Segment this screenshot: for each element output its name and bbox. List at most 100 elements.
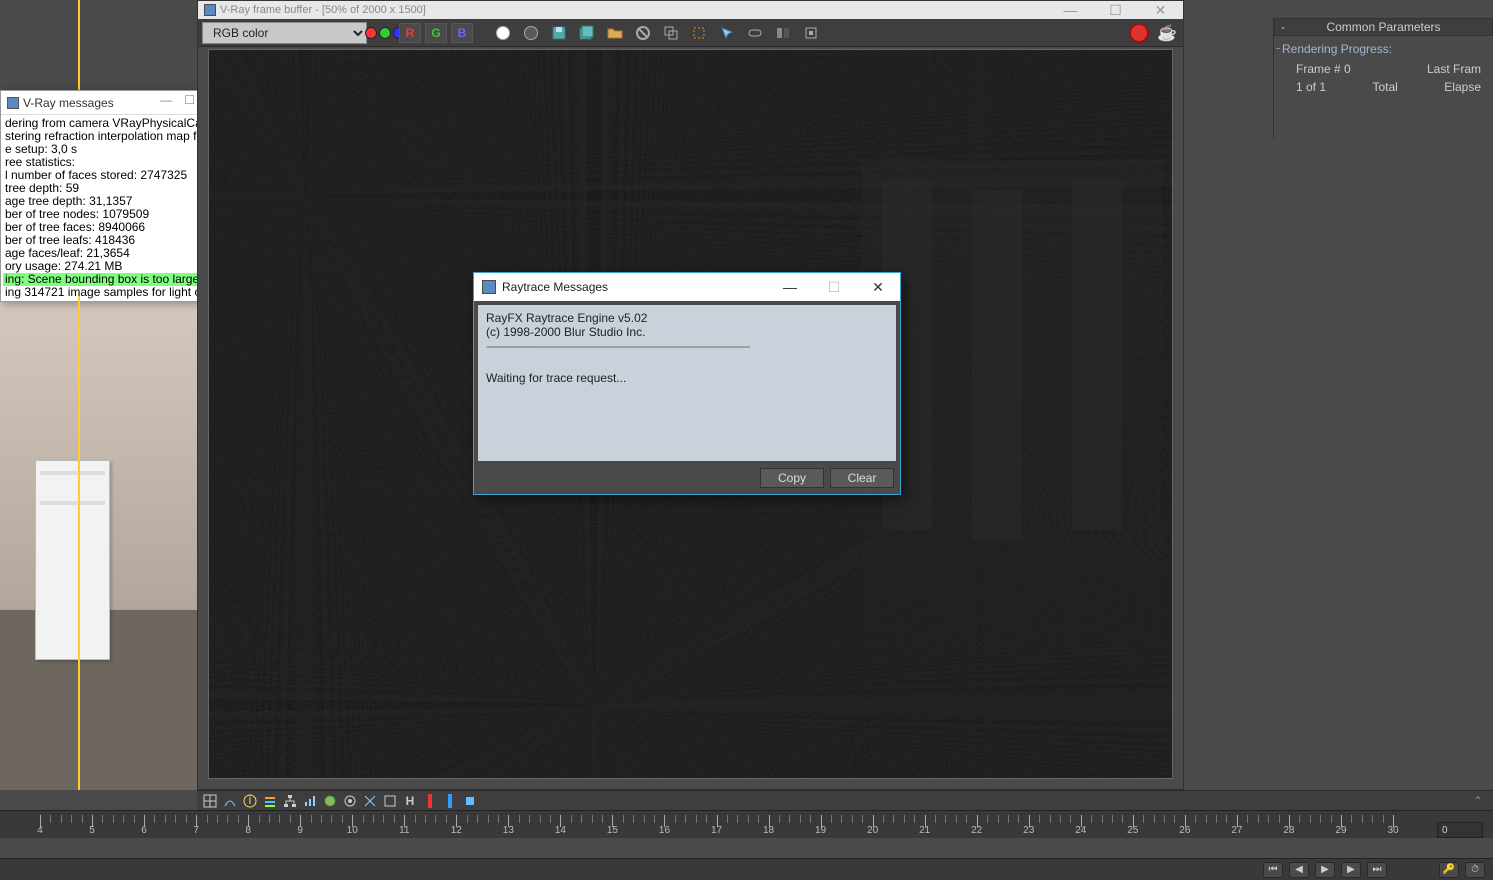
timeline-tick-label: 28 bbox=[1283, 825, 1294, 836]
clear-icon[interactable] bbox=[631, 22, 655, 44]
vray-messages-title: V-Ray messages bbox=[23, 96, 114, 110]
viewport-layout-icon[interactable] bbox=[201, 793, 219, 809]
blue-key-icon[interactable] bbox=[441, 793, 459, 809]
vfb-title: V-Ray frame buffer - [50% of 2000 x 1500… bbox=[220, 4, 426, 16]
svg-text:i: i bbox=[249, 794, 252, 807]
track-mouse-icon[interactable] bbox=[715, 22, 739, 44]
timeline-tick-label: 14 bbox=[555, 825, 566, 836]
prev-frame-icon[interactable]: ◀ bbox=[1289, 862, 1309, 878]
stats-icon[interactable] bbox=[301, 793, 319, 809]
key-mode-icon[interactable]: 🔑 bbox=[1439, 862, 1459, 878]
hierarchy-icon[interactable] bbox=[361, 793, 379, 809]
timeline-tick-label: 17 bbox=[711, 825, 722, 836]
copy-button[interactable]: Copy bbox=[760, 468, 824, 488]
link-viewport-icon[interactable] bbox=[743, 22, 767, 44]
frame-label: Frame # bbox=[1296, 62, 1341, 76]
msg-line: ing 314721 image samples for light cache… bbox=[3, 286, 197, 299]
color-swatch-icon[interactable] bbox=[371, 22, 395, 44]
timeline-tick-label: 12 bbox=[451, 825, 462, 836]
toolbar-caret-icon[interactable]: ⌃ bbox=[1473, 794, 1483, 808]
render-setup-icon[interactable] bbox=[341, 793, 359, 809]
channel-blue-button[interactable]: B bbox=[451, 23, 473, 43]
timeline-tick-label: 29 bbox=[1335, 825, 1346, 836]
timeline-ticks: 4567891011121314151617181920212223242526… bbox=[0, 815, 1493, 835]
timeline-tick-label: 11 bbox=[399, 825, 409, 836]
viewport-preview[interactable] bbox=[0, 296, 197, 790]
close-button[interactable]: ✕ bbox=[1138, 1, 1183, 19]
minimize-button[interactable]: — bbox=[768, 273, 812, 301]
raytrace-divider: ----------------------------------------… bbox=[486, 339, 888, 353]
timeline-tick-label: 19 bbox=[815, 825, 826, 836]
timeline-tick-label: 20 bbox=[867, 825, 878, 836]
pixel-info-icon[interactable] bbox=[799, 22, 823, 44]
curve-editor-icon[interactable] bbox=[221, 793, 239, 809]
close-button[interactable]: ✕ bbox=[856, 273, 900, 301]
timeline-tick-label: 15 bbox=[607, 825, 618, 836]
save-icon[interactable] bbox=[547, 22, 571, 44]
raytrace-messages-dialog[interactable]: Raytrace Messages — ☐ ✕ RayFX Raytrace E… bbox=[473, 272, 901, 495]
play-icon[interactable]: ▶ bbox=[1315, 862, 1335, 878]
rendering-progress-label: Rendering Progress: bbox=[1282, 42, 1485, 56]
duplicate-icon[interactable] bbox=[659, 22, 683, 44]
raytrace-title: Raytrace Messages bbox=[502, 280, 608, 294]
common-parameters-header[interactable]: - Common Parameters bbox=[1274, 18, 1493, 36]
filter-icon[interactable] bbox=[461, 793, 479, 809]
raytrace-line: RayFX Raytrace Engine v5.02 bbox=[486, 311, 888, 325]
render-last-icon[interactable]: ☕ bbox=[1155, 22, 1179, 44]
vray-messages-window[interactable]: V-Ray messages — ☐ dering from camera VR… bbox=[0, 90, 200, 302]
viewport-shelf-object bbox=[35, 460, 110, 660]
goto-end-icon[interactable]: ⏭ bbox=[1367, 862, 1387, 878]
schematic-icon[interactable] bbox=[281, 793, 299, 809]
vray-messages-titlebar[interactable]: V-Ray messages — ☐ bbox=[1, 91, 199, 115]
timeline-tick-label: 24 bbox=[1075, 825, 1086, 836]
timeline[interactable]: 4567891011121314151617181920212223242526… bbox=[0, 810, 1493, 838]
timeline-tick-label: 10 bbox=[347, 825, 358, 836]
timeline-tick-label: 7 bbox=[193, 825, 199, 836]
raytrace-titlebar[interactable]: Raytrace Messages — ☐ ✕ bbox=[474, 273, 900, 301]
last-frame-label: Last Fram bbox=[1427, 62, 1481, 76]
alpha-channel-icon[interactable] bbox=[519, 22, 543, 44]
minimize-button[interactable]: — bbox=[1048, 1, 1093, 19]
vray-icon bbox=[7, 97, 19, 109]
cp-header-label: Common Parameters bbox=[1326, 20, 1440, 34]
compare-icon[interactable] bbox=[771, 22, 795, 44]
stop-render-button[interactable] bbox=[1127, 22, 1151, 44]
channel-select[interactable]: RGB color bbox=[202, 22, 367, 44]
timeline-tick-label: 4 bbox=[37, 825, 43, 836]
dope-sheet-icon[interactable] bbox=[261, 793, 279, 809]
mono-channel-icon[interactable] bbox=[491, 22, 515, 44]
info-icon[interactable]: i bbox=[241, 793, 259, 809]
goto-start-icon[interactable]: ⏮ bbox=[1263, 862, 1283, 878]
save-all-icon[interactable] bbox=[575, 22, 599, 44]
common-parameters-panel[interactable]: - Common Parameters Rendering Progress: … bbox=[1273, 18, 1493, 138]
frame-spinner[interactable] bbox=[1437, 822, 1483, 838]
next-frame-icon[interactable]: ▶ bbox=[1341, 862, 1361, 878]
collapse-icon[interactable]: - bbox=[1281, 20, 1285, 34]
timeline-tick-label: 5 bbox=[89, 825, 95, 836]
timeline-tick-label: 26 bbox=[1179, 825, 1190, 836]
helper-h-icon[interactable]: H bbox=[401, 793, 419, 809]
elapse-label: Elapse bbox=[1444, 80, 1481, 94]
time-config-icon[interactable]: ⏱ bbox=[1465, 862, 1485, 878]
open-folder-icon[interactable] bbox=[603, 22, 627, 44]
channel-green-button[interactable]: G bbox=[425, 23, 447, 43]
lower-toolbar: i H ⌃ bbox=[197, 790, 1493, 810]
vfb-titlebar[interactable]: V-Ray frame buffer - [50% of 2000 x 1500… bbox=[198, 1, 1183, 19]
maximize-button[interactable]: ☐ bbox=[1093, 1, 1138, 19]
raytrace-footer: Copy Clear bbox=[474, 465, 900, 494]
timeline-tick-label: 16 bbox=[659, 825, 670, 836]
region-render-icon[interactable] bbox=[687, 22, 711, 44]
material-editor-icon[interactable] bbox=[321, 793, 339, 809]
timeline-tick-label: 6 bbox=[141, 825, 147, 836]
vfb-toolbar: RGB color R G B ☕ bbox=[198, 19, 1183, 47]
maximize-button: ☐ bbox=[812, 273, 856, 301]
red-key-icon[interactable] bbox=[421, 793, 439, 809]
grid-icon[interactable] bbox=[381, 793, 399, 809]
timeline-tick-label: 25 bbox=[1127, 825, 1138, 836]
channel-red-button[interactable]: R bbox=[399, 23, 421, 43]
maximize-icon[interactable]: ☐ bbox=[184, 93, 195, 107]
clear-button[interactable]: Clear bbox=[830, 468, 894, 488]
progress-value: 1 of 1 bbox=[1296, 80, 1326, 94]
minimize-icon[interactable]: — bbox=[160, 93, 172, 107]
raytrace-waiting: Waiting for trace request... bbox=[486, 371, 888, 385]
